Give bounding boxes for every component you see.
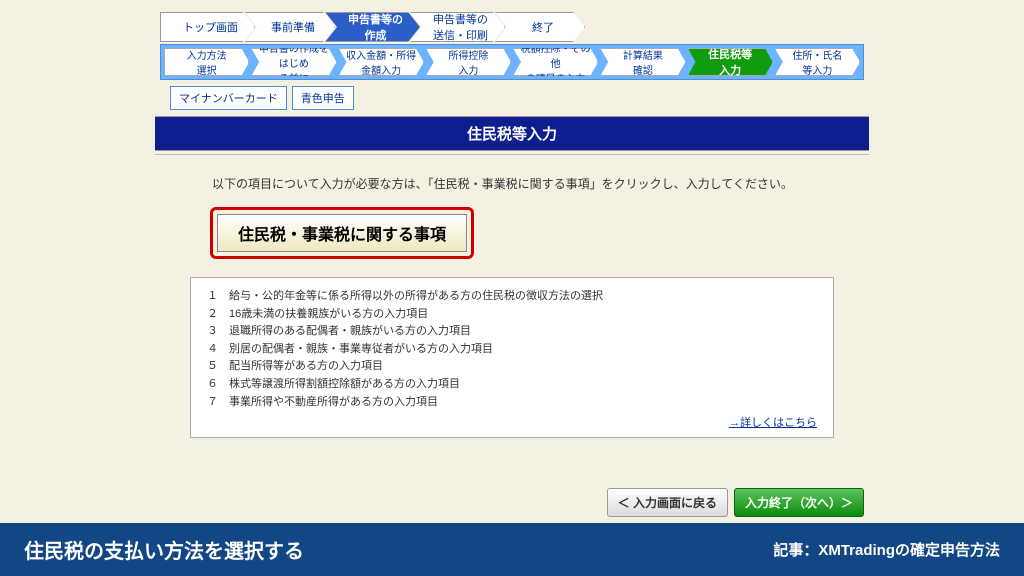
detail-link[interactable]: →詳しくはこちら: [729, 417, 817, 429]
tag-badge-1: 青色申告: [292, 86, 354, 110]
item-list-box: １ 給与・公的年金等に係る所得以外の所得がある方の住民税の徴収方法の選択２ 16…: [190, 277, 834, 438]
next-button[interactable]: 入力終了（次へ）＞: [734, 488, 864, 517]
list-item: １ 給与・公的年金等に係る所得以外の所得がある方の住民税の徴収方法の選択: [207, 288, 817, 306]
list-item: ２ 16歳未満の扶養親族がいる方の入力項目: [207, 306, 817, 324]
list-item: ５ 配当所得等がある方の入力項目: [207, 358, 817, 376]
back-button[interactable]: ＜ 入力画面に戻る: [607, 488, 728, 517]
sub-nav-step-2[interactable]: 収入金額・所得 金額入力: [339, 48, 424, 76]
top-nav-step-1[interactable]: 事前準備: [245, 12, 335, 42]
sub-nav-step-1[interactable]: 申告書の作成をはじめ る前に: [251, 48, 336, 76]
list-item: ７ 事業所得や不動産所得がある方の入力項目: [207, 394, 817, 412]
tag-row: マイナンバーカード青色申告: [170, 86, 1024, 110]
top-nav-step-3[interactable]: 申告書等の 送信・印刷: [410, 12, 505, 42]
top-breadcrumb-nav: トップ画面事前準備申告書等の 作成申告書等の 送信・印刷終了: [0, 10, 1024, 44]
footer-article: 記事：XMTradingの確定申告方法: [773, 539, 1000, 560]
footer-title: 住民税の支払い方法を選択する: [24, 535, 304, 564]
main-button-highlight: 住民税・事業税に関する事項: [210, 207, 474, 259]
sub-nav-step-7[interactable]: 住所・氏名 等入力: [775, 48, 860, 76]
top-nav-step-4[interactable]: 終了: [495, 12, 585, 42]
sub-step-nav: 入力方法 選択申告書の作成をはじめ る前に収入金額・所得 金額入力所得控除 入力…: [164, 48, 860, 76]
sub-nav-step-0[interactable]: 入力方法 選択: [164, 48, 249, 76]
sub-nav-step-6[interactable]: 住民税等 入力: [688, 48, 773, 76]
sub-nav-step-5[interactable]: 計算結果 確認: [600, 48, 685, 76]
list-item: ４ 別居の配偶者・親族・事業専従者がいる方の入力項目: [207, 341, 817, 359]
footer-banner: 住民税の支払い方法を選択する 記事：XMTradingの確定申告方法: [0, 523, 1024, 576]
sub-nav-step-3[interactable]: 所得控除 入力: [426, 48, 511, 76]
top-nav-step-2[interactable]: 申告書等の 作成: [325, 12, 420, 42]
tag-badge-0: マイナンバーカード: [170, 86, 287, 110]
top-nav-step-0[interactable]: トップ画面: [160, 12, 255, 42]
page-title: 住民税等入力: [155, 116, 869, 151]
list-item: ３ 退職所得のある配偶者・親族がいる方の入力項目: [207, 323, 817, 341]
list-item: ６ 株式等譲渡所得割額控除額がある方の入力項目: [207, 376, 817, 394]
sub-nav-step-4[interactable]: 税額控除・その他 の項目の入力: [513, 48, 598, 76]
resident-tax-items-button[interactable]: 住民税・事業税に関する事項: [217, 214, 467, 252]
intro-text: 以下の項目について入力が必要な方は、「住民税・事業税に関する事項」をクリックし、…: [200, 175, 864, 193]
